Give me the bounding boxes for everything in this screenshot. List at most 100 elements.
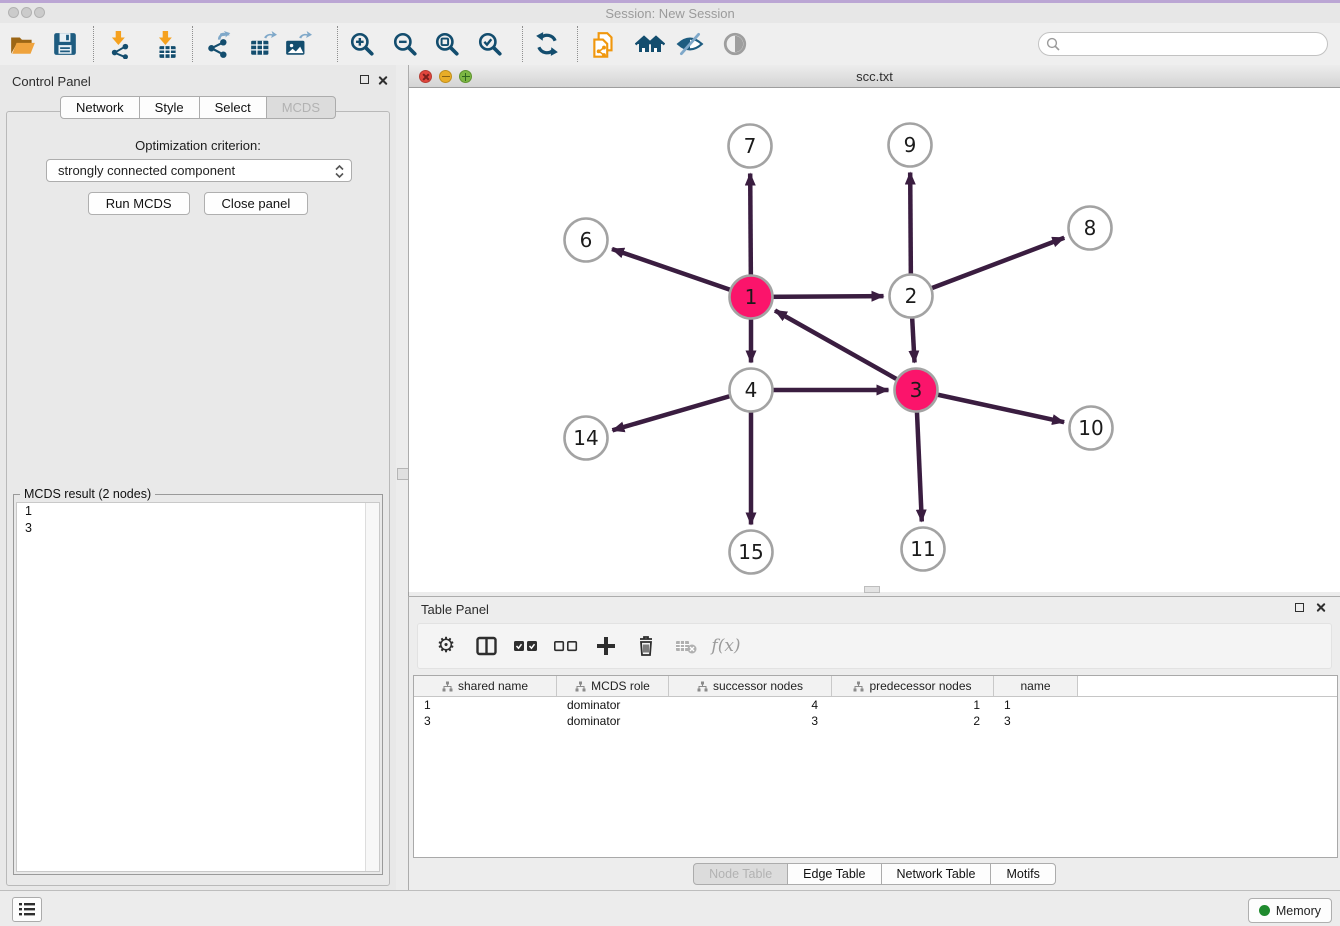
memory-label: Memory xyxy=(1276,904,1321,918)
graph-node-label: 8 xyxy=(1084,216,1097,240)
float-table-panel-icon[interactable] xyxy=(1295,603,1304,612)
tab-style[interactable]: Style xyxy=(139,96,200,119)
table-panel-tabs: Node TableEdge TableNetwork TableMotifs xyxy=(409,863,1340,885)
optimization-criterion-label: Optimization criterion: xyxy=(7,138,389,153)
tab-mcds[interactable]: MCDS xyxy=(266,96,336,119)
mcds-tab-content: Optimization criterion: strongly connect… xyxy=(6,111,390,886)
cell-MCDS-role: dominator xyxy=(557,697,669,713)
close-panel-icon[interactable] xyxy=(377,75,388,86)
control-panel: Control Panel NetworkStyleSelectMCDS Opt… xyxy=(0,65,396,890)
tab-network[interactable]: Network xyxy=(60,96,140,119)
mcds-result-item: 3 xyxy=(17,520,379,537)
table-panel: Table Panel ⚙ f(x xyxy=(408,596,1340,890)
show-graphics-details-icon[interactable] xyxy=(722,31,750,59)
cell-shared-name: 3 xyxy=(414,713,557,729)
memory-status-dot xyxy=(1259,905,1270,916)
criterion-dropdown[interactable]: strongly connected component xyxy=(46,159,352,182)
toolbar-separator xyxy=(192,26,193,62)
column-header-predecessor-nodes[interactable]: predecessor nodes xyxy=(832,676,994,696)
close-table-panel-icon[interactable] xyxy=(1315,602,1326,613)
memory-button[interactable]: Memory xyxy=(1248,898,1332,923)
tab-network-table[interactable]: Network Table xyxy=(881,863,992,885)
save-session-icon[interactable] xyxy=(52,31,80,59)
criterion-dropdown-value: strongly connected component xyxy=(58,163,235,178)
graph-node-label: 6 xyxy=(580,228,593,252)
export-image-icon[interactable] xyxy=(284,31,312,59)
home-panel-icon[interactable] xyxy=(635,31,663,59)
titlebar: Session: New Session xyxy=(0,3,1340,23)
column-header-MCDS-role[interactable]: MCDS role xyxy=(557,676,669,696)
result-scrollbar[interactable] xyxy=(365,503,379,871)
unselect-all-icon[interactable] xyxy=(554,634,578,658)
graph-node-label: 7 xyxy=(744,134,757,158)
column-header-shared-name[interactable]: shared name xyxy=(414,676,557,696)
toolbar-separator xyxy=(337,26,338,62)
add-column-icon[interactable] xyxy=(594,634,618,658)
close-panel-button[interactable]: Close panel xyxy=(204,192,309,215)
select-all-icon[interactable] xyxy=(514,634,538,658)
network-window: scc.txt 7968124314101511 xyxy=(408,65,1340,592)
export-network-icon[interactable] xyxy=(205,31,233,59)
graph-node-label: 14 xyxy=(573,426,598,450)
graph-node-label: 4 xyxy=(745,378,758,402)
graph-edge-3-1[interactable] xyxy=(775,311,916,390)
graph-edge-2-8[interactable] xyxy=(911,238,1064,296)
cell-shared-name: 1 xyxy=(414,697,557,713)
window-title: Session: New Session xyxy=(0,6,1340,21)
table-body: 1dominator4113dominator323 xyxy=(414,697,1337,729)
cell-predecessor-nodes: 1 xyxy=(832,697,994,713)
table-header-row: shared nameMCDS rolesuccessor nodesprede… xyxy=(414,676,1337,697)
show-columns-icon[interactable] xyxy=(474,634,498,658)
column-type-icon xyxy=(575,681,586,692)
search-input[interactable] xyxy=(1063,34,1317,54)
import-network-icon[interactable] xyxy=(106,31,134,59)
open-file-icon[interactable] xyxy=(9,31,37,59)
tab-node-table[interactable]: Node Table xyxy=(693,863,788,885)
graph-node-label: 2 xyxy=(905,284,918,308)
status-bar: Memory xyxy=(0,890,1340,926)
import-table-icon[interactable] xyxy=(153,31,181,59)
table-panel-title: Table Panel xyxy=(421,602,489,617)
run-mcds-button[interactable]: Run MCDS xyxy=(88,192,190,215)
column-header-name[interactable]: name xyxy=(994,676,1078,696)
zoom-fit-icon[interactable] xyxy=(434,31,462,59)
table-toolbar: ⚙ f(x) xyxy=(417,623,1332,669)
graph-node-label: 15 xyxy=(738,540,763,564)
table-row[interactable]: 1dominator411 xyxy=(414,697,1337,713)
graph-node-label: 9 xyxy=(904,133,917,157)
tab-select[interactable]: Select xyxy=(199,96,267,119)
search-icon xyxy=(1046,37,1060,51)
toolbar-separator xyxy=(577,26,578,62)
mcds-result-list[interactable]: 13 xyxy=(16,502,380,872)
table-settings-gear-icon[interactable]: ⚙ xyxy=(434,634,458,658)
horizontal-splitter-grip[interactable] xyxy=(864,586,880,593)
table-row[interactable]: 3dominator323 xyxy=(414,713,1337,729)
tab-edge-table[interactable]: Edge Table xyxy=(787,863,881,885)
delete-table-icon xyxy=(674,634,698,658)
toolbar-separator xyxy=(522,26,523,62)
node-table: shared nameMCDS rolesuccessor nodesprede… xyxy=(413,675,1338,858)
float-panel-icon[interactable] xyxy=(360,75,369,84)
fx-label: f(x) xyxy=(711,636,740,656)
app-window: Session: New Session xyxy=(0,0,1340,926)
column-header-successor-nodes[interactable]: successor nodes xyxy=(669,676,832,696)
function-builder-icon: f(x) xyxy=(714,634,738,658)
delete-column-icon[interactable] xyxy=(634,634,658,658)
control-panel-tabs: NetworkStyleSelectMCDS xyxy=(0,96,396,119)
network-window-titlebar[interactable]: scc.txt xyxy=(409,65,1340,88)
zoom-out-icon[interactable] xyxy=(392,31,420,59)
search-field[interactable] xyxy=(1038,32,1328,56)
cell-MCDS-role: dominator xyxy=(557,713,669,729)
export-table-icon[interactable] xyxy=(249,31,277,59)
task-history-button[interactable] xyxy=(12,897,42,922)
refresh-layout-icon[interactable] xyxy=(534,31,562,59)
zoom-selected-icon[interactable] xyxy=(477,31,505,59)
zoom-in-icon[interactable] xyxy=(349,31,377,59)
dropdown-stepper-icon xyxy=(335,164,344,179)
tab-motifs[interactable]: Motifs xyxy=(990,863,1055,885)
clone-network-icon[interactable] xyxy=(590,31,618,59)
network-canvas[interactable]: 7968124314101511 xyxy=(409,88,1340,592)
mcds-result-item: 1 xyxy=(17,503,379,520)
hide-graphics-details-icon[interactable] xyxy=(676,31,704,59)
column-type-icon xyxy=(442,681,453,692)
